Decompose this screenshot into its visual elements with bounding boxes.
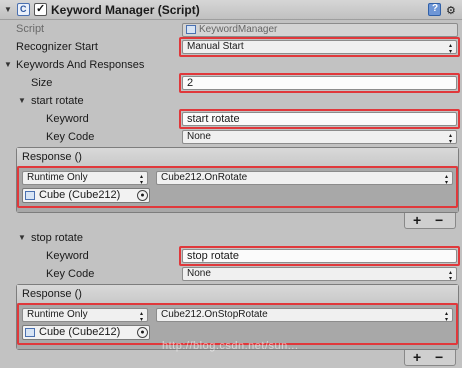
add-event-button[interactable]: + <box>413 350 421 364</box>
dropdown-arrow-icon: ▴▾ <box>138 173 144 185</box>
recognizer-start-label: Recognizer Start <box>16 41 98 53</box>
script-icon: C <box>17 3 30 16</box>
add-event-button[interactable]: + <box>413 213 421 227</box>
recognizer-start-dropdown[interactable]: Manual Start ▴▾ <box>182 40 457 54</box>
element-0-keycode-dropdown[interactable]: None ▴▾ <box>182 130 457 144</box>
element-0-keycode-label: Key Code <box>46 131 95 143</box>
dropdown-arrow-icon: ▴▾ <box>443 173 449 185</box>
object-picker-icon[interactable]: ● <box>137 327 148 338</box>
size-label: Size <box>31 77 53 89</box>
watermark: http://blog.csdn.net/sun... <box>162 340 299 352</box>
element-0-name: start rotate <box>31 95 84 107</box>
element-1-keycode-label: Key Code <box>46 268 95 280</box>
object-picker-icon[interactable]: ● <box>137 190 148 201</box>
script-label: Script <box>16 23 45 35</box>
response-header: Response () <box>17 148 458 167</box>
foldout-arrow-icon[interactable]: ▼ <box>4 3 12 17</box>
response-header: Response () <box>17 285 458 304</box>
dropdown-arrow-icon: ▴▾ <box>447 42 453 54</box>
element-1-keyword-label: Keyword <box>46 250 89 262</box>
list-controls-0: + − <box>404 213 456 229</box>
script-file-icon <box>186 25 196 34</box>
dropdown-arrow-icon: ▴▾ <box>447 269 453 281</box>
dropdown-arrow-icon: ▴▾ <box>443 310 449 322</box>
remove-event-button[interactable]: − <box>435 350 443 364</box>
dropdown-arrow-icon: ▴▾ <box>447 132 453 144</box>
keywords-foldout-icon[interactable]: ▼ <box>4 58 12 72</box>
settings-gear-icon[interactable]: ⚙ <box>446 4 456 17</box>
element-0-keyword-label: Keyword <box>46 113 89 125</box>
element-0-function-dropdown[interactable]: Cube212.OnRotate ▴▾ <box>156 171 453 185</box>
response-label: Response () <box>22 288 82 300</box>
element-0-foldout-icon[interactable]: ▼ <box>18 94 26 108</box>
component-title: Keyword Manager (Script) <box>51 3 200 17</box>
script-field: KeywordManager <box>182 23 458 37</box>
element-1-keyword-input[interactable]: stop rotate <box>182 249 457 263</box>
element-1-object-field[interactable]: Cube (Cube212) ● <box>22 325 150 340</box>
element-1-keycode-dropdown[interactable]: None ▴▾ <box>182 267 457 281</box>
size-input[interactable]: 2 <box>182 76 457 90</box>
element-1-runtime-dropdown[interactable]: Runtime Only ▴▾ <box>22 308 148 322</box>
list-controls-1: + − <box>404 350 456 366</box>
component-header[interactable]: ▼ C ✓ Keyword Manager (Script) ? ⚙ <box>0 0 462 20</box>
help-icon[interactable]: ? <box>428 3 441 16</box>
gameobject-icon <box>25 328 35 337</box>
keywords-label: Keywords And Responses <box>16 59 145 71</box>
remove-event-button[interactable]: − <box>435 213 443 227</box>
dropdown-arrow-icon: ▴▾ <box>138 310 144 322</box>
gameobject-icon <box>25 191 35 200</box>
element-1-function-dropdown[interactable]: Cube212.OnStopRotate ▴▾ <box>156 308 453 322</box>
enabled-checkbox[interactable]: ✓ <box>34 3 47 16</box>
element-0-runtime-dropdown[interactable]: Runtime Only ▴▾ <box>22 171 148 185</box>
element-1-name: stop rotate <box>31 232 83 244</box>
element-0-keyword-input[interactable]: start rotate <box>182 112 457 126</box>
response-label: Response () <box>22 151 82 163</box>
element-1-foldout-icon[interactable]: ▼ <box>18 231 26 245</box>
element-0-object-field[interactable]: Cube (Cube212) ● <box>22 188 150 203</box>
